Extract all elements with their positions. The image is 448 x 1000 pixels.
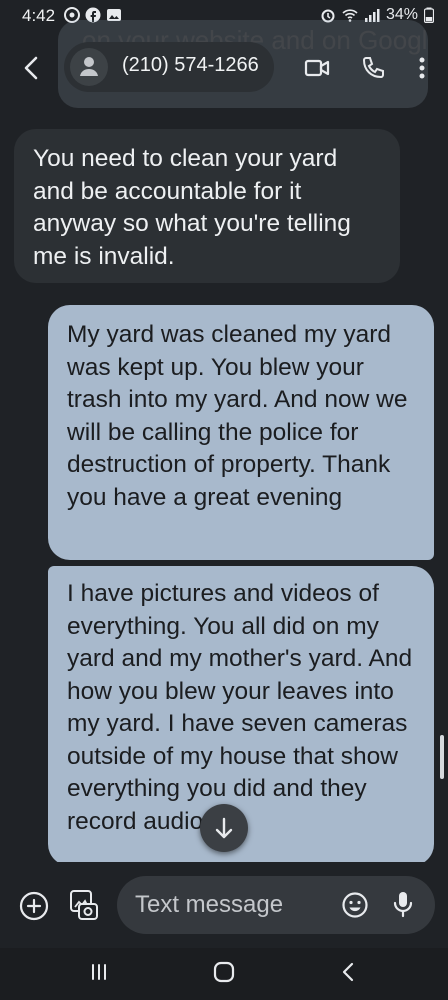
nav-back-icon[interactable]: [335, 958, 363, 986]
more-options-icon[interactable]: [408, 54, 436, 82]
add-attachment-icon[interactable]: [18, 890, 50, 922]
message-bubble-outgoing[interactable]: My yard was cleaned my yard was kept up.…: [48, 305, 434, 560]
contact-title[interactable]: (210) 574-1266: [122, 54, 259, 77]
message-input-placeholder[interactable]: Text message: [135, 891, 283, 919]
microphone-icon[interactable]: [388, 888, 418, 920]
home-icon[interactable]: [210, 958, 238, 986]
status-time: 4:42: [22, 6, 56, 25]
video-call-icon[interactable]: [303, 54, 331, 82]
phone-call-icon[interactable]: [359, 54, 387, 82]
back-arrow-icon[interactable]: [16, 52, 48, 84]
arrow-down-icon: [215, 817, 233, 839]
emoji-icon[interactable]: [340, 890, 370, 920]
person-icon: [80, 57, 98, 76]
gallery-icon[interactable]: [66, 888, 100, 922]
avatar[interactable]: [70, 48, 108, 86]
recent-apps-icon[interactable]: [85, 958, 113, 986]
scroll-to-bottom-button[interactable]: [200, 804, 248, 852]
scrollbar-thumb[interactable]: [440, 735, 444, 779]
message-bubble-incoming[interactable]: You need to clean your yard and be accou…: [14, 129, 400, 283]
